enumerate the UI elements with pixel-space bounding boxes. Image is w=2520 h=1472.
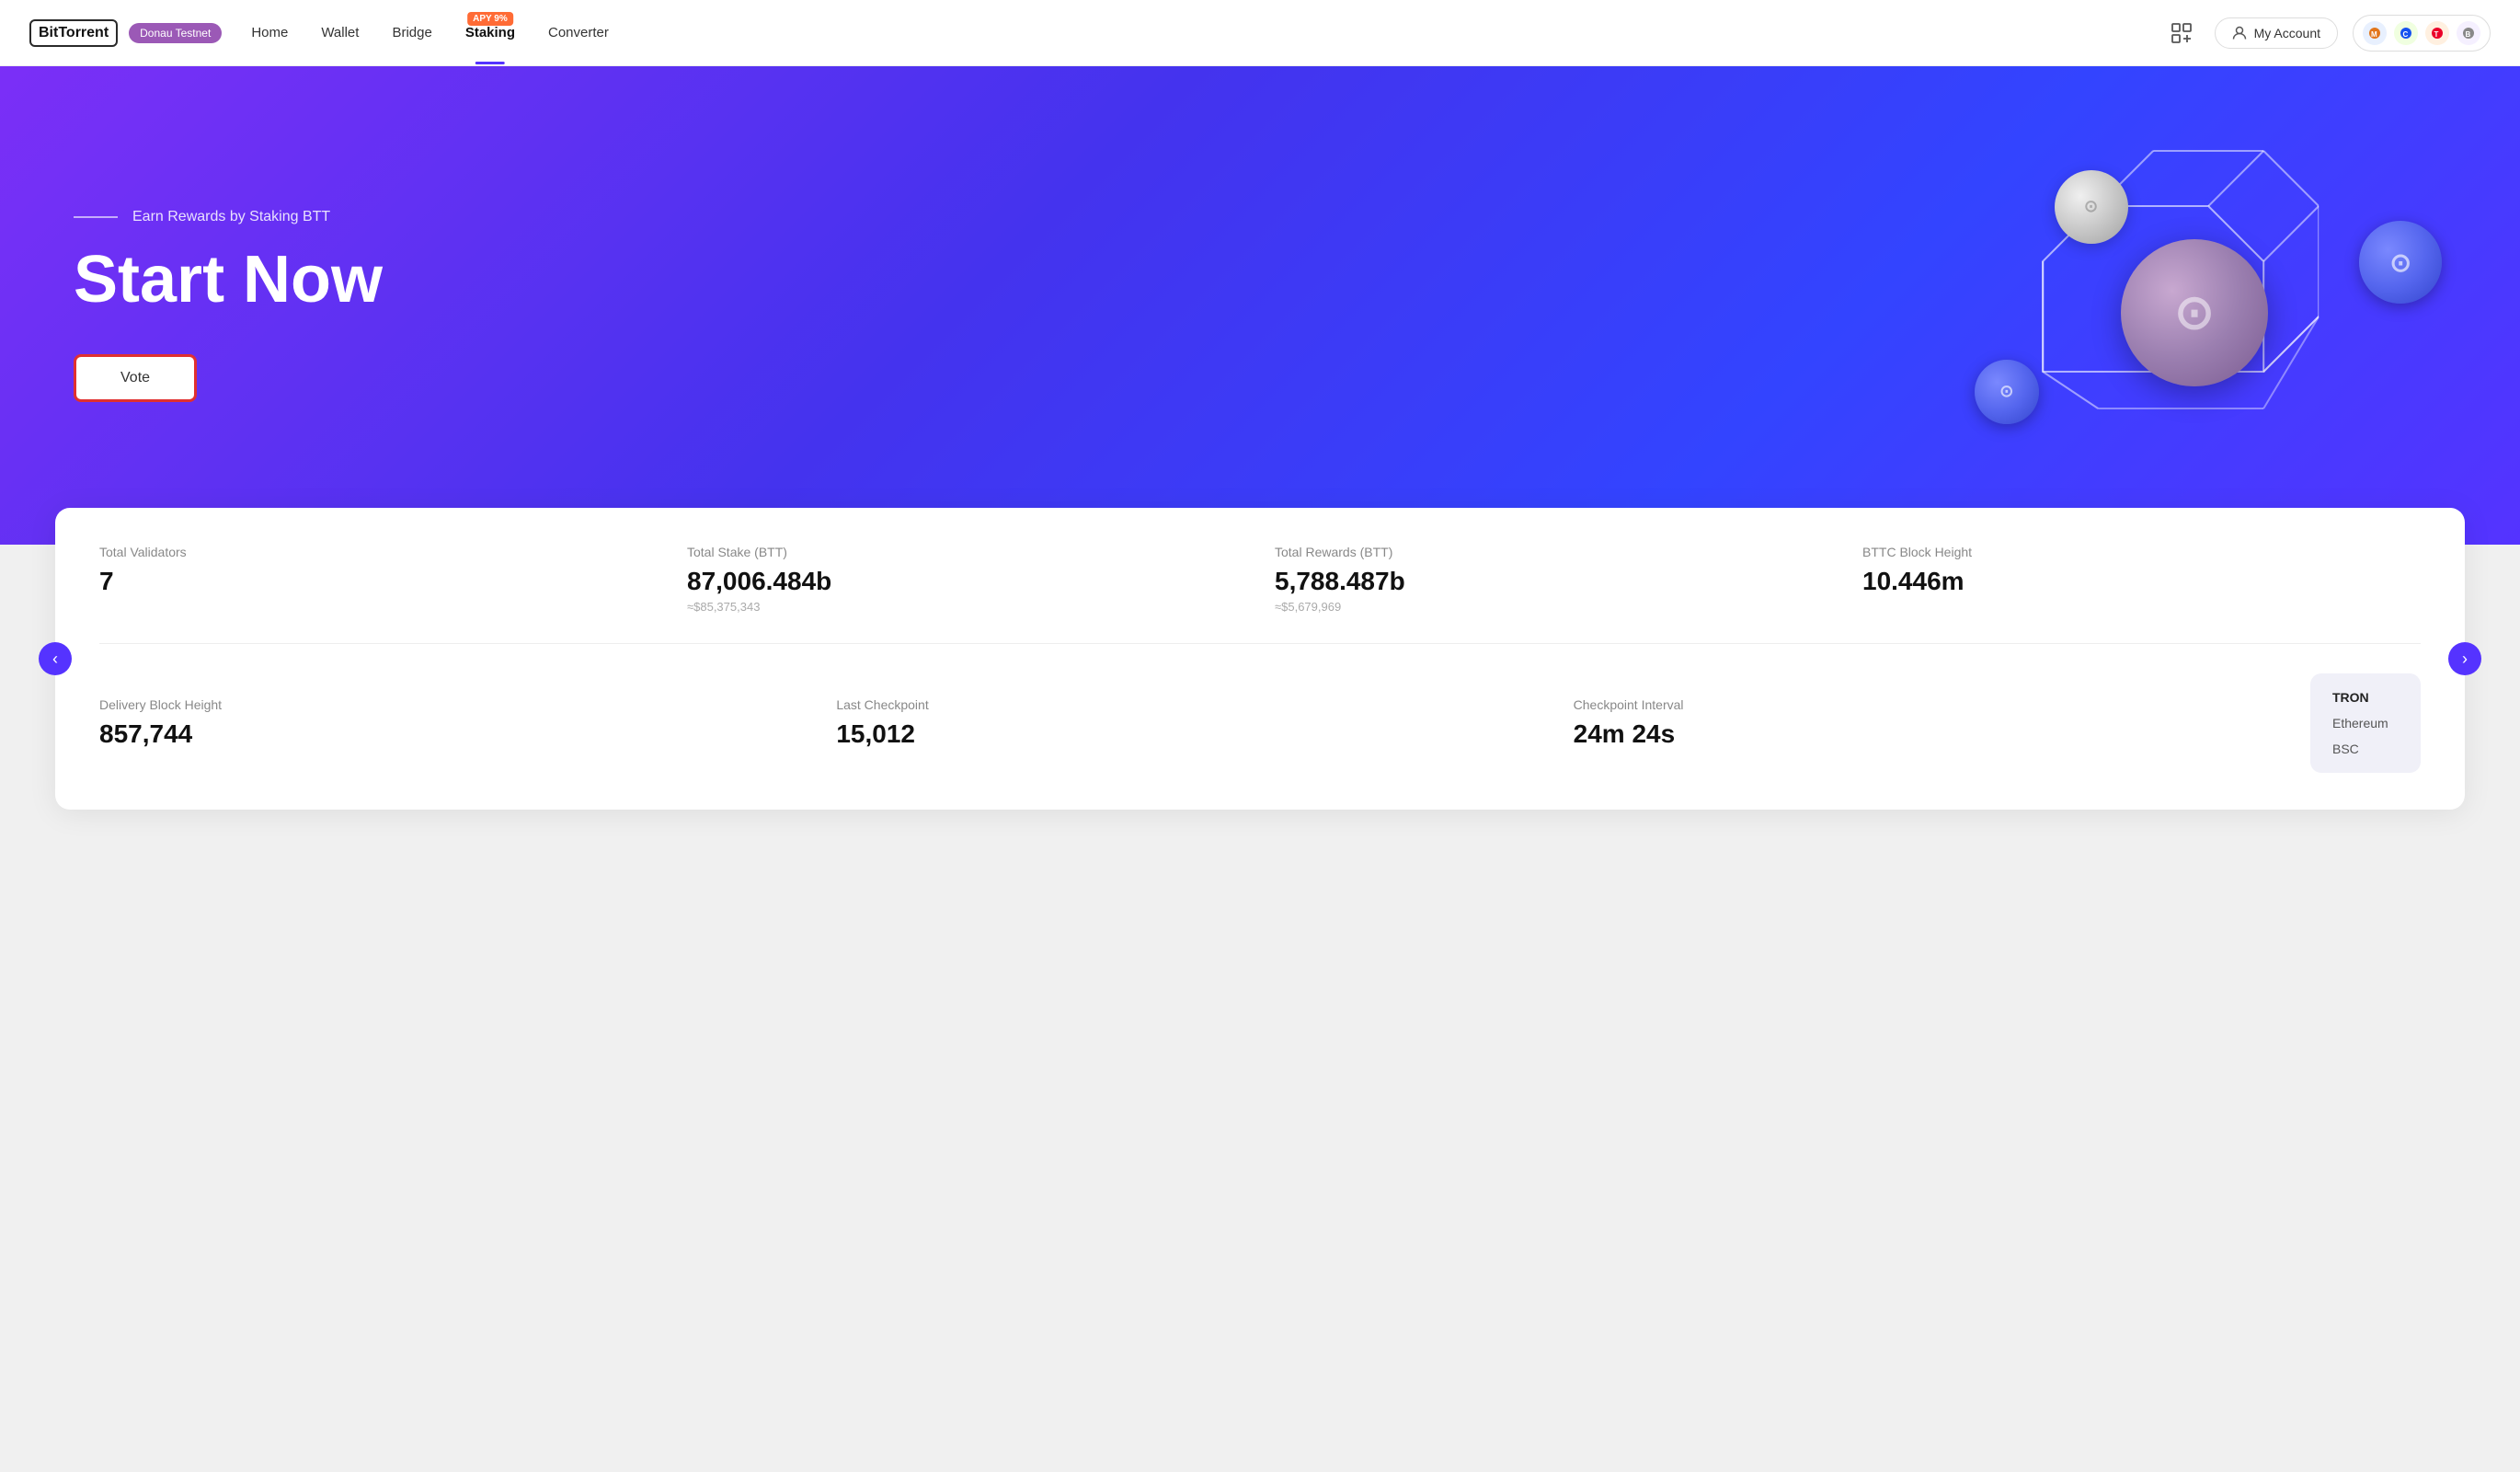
coinbase-icon: C xyxy=(2399,26,2413,40)
wallet-icon-2[interactable]: C xyxy=(2394,21,2418,45)
stat-label-1: Total Stake (BTT) xyxy=(687,545,1245,559)
logo-area: BitTorrent Donau Testnet xyxy=(29,19,222,47)
hero-section: Earn Rewards by Staking BTT Start Now Vo… xyxy=(0,66,2520,545)
stat-total-stake: Total Stake (BTT) 87,006.484b ≈$85,375,3… xyxy=(687,545,1245,614)
chain-bsc[interactable]: BSC xyxy=(2332,740,2399,758)
hero-subtitle: Earn Rewards by Staking BTT xyxy=(74,209,2446,225)
nav-links: Home Wallet Bridge APY 9% Staking Conver… xyxy=(251,25,2162,40)
navbar: BitTorrent Donau Testnet Home Wallet Bri… xyxy=(0,0,2520,66)
vote-button[interactable]: Vote xyxy=(74,354,197,402)
stats-wrapper: ‹ › Total Validators 7 Total Stake (BTT)… xyxy=(0,508,2520,810)
nav-bridge[interactable]: Bridge xyxy=(392,25,431,40)
stat-value-3: 10.446m xyxy=(1862,567,2421,596)
svg-text:C: C xyxy=(2403,30,2409,39)
nav-home[interactable]: Home xyxy=(251,25,288,40)
svg-text:T: T xyxy=(2434,30,2439,39)
stat-value-b2: 24m 24s xyxy=(1574,719,2281,749)
hero-title: Start Now xyxy=(74,244,2446,316)
stats-bottom-grid: Delivery Block Height 857,744 Last Check… xyxy=(99,673,2421,773)
stat-sub-1: ≈$85,375,343 xyxy=(687,600,1245,614)
nav-converter[interactable]: Converter xyxy=(548,25,609,40)
stat-label-b1: Last Checkpoint xyxy=(836,697,1543,712)
grid-icon-button[interactable] xyxy=(2163,15,2200,52)
stat-value-b1: 15,012 xyxy=(836,719,1543,749)
stat-value-0: 7 xyxy=(99,567,658,596)
stat-label-b0: Delivery Block Height xyxy=(99,697,807,712)
stat-label-2: Total Rewards (BTT) xyxy=(1275,545,1833,559)
metamask-icon: M xyxy=(2367,26,2382,40)
stats-card: ‹ › Total Validators 7 Total Stake (BTT)… xyxy=(55,508,2465,810)
stat-last-checkpoint: Last Checkpoint 15,012 xyxy=(836,697,1543,749)
wallet-icon-4[interactable]: B xyxy=(2457,21,2480,45)
stat-value-2: 5,788.487b xyxy=(1275,567,1833,596)
stat-label-3: BTTC Block Height xyxy=(1862,545,2421,559)
hero-content: Earn Rewards by Staking BTT Start Now Vo… xyxy=(74,209,2446,401)
stat-label-b2: Checkpoint Interval xyxy=(1574,697,2281,712)
tron-icon: T xyxy=(2430,26,2445,40)
stat-total-validators: Total Validators 7 xyxy=(99,545,658,614)
logo: BitTorrent xyxy=(29,19,118,47)
svg-text:B: B xyxy=(2466,30,2471,39)
svg-text:M: M xyxy=(2371,30,2377,39)
stat-label-0: Total Validators xyxy=(99,545,658,559)
user-icon xyxy=(2232,26,2247,40)
stat-bttc-block: BTTC Block Height 10.446m xyxy=(1862,545,2421,614)
grid-icon xyxy=(2171,23,2192,43)
stats-next-button[interactable]: › xyxy=(2448,642,2481,675)
wallet-icon-1[interactable]: M xyxy=(2363,21,2387,45)
stat-delivery-block: Delivery Block Height 857,744 xyxy=(99,697,807,749)
stat-value-b0: 857,744 xyxy=(99,719,807,749)
nav-right: My Account M C T xyxy=(2163,15,2491,52)
apy-badge: APY 9% xyxy=(467,12,513,26)
my-account-button[interactable]: My Account xyxy=(2215,17,2338,49)
wallet-icon-3[interactable]: T xyxy=(2425,21,2449,45)
stat-checkpoint-interval: Checkpoint Interval 24m 24s xyxy=(1574,697,2281,749)
chain-selector: TRON Ethereum BSC xyxy=(2310,673,2421,773)
wallet-icons-group: M C T B xyxy=(2353,15,2491,52)
nav-staking[interactable]: APY 9% Staking xyxy=(465,25,515,40)
stats-prev-button[interactable]: ‹ xyxy=(39,642,72,675)
chain-tron[interactable]: TRON xyxy=(2332,688,2399,707)
stat-value-1: 87,006.484b xyxy=(687,567,1245,596)
btt-icon: B xyxy=(2461,26,2476,40)
network-badge: Donau Testnet xyxy=(129,23,222,43)
stat-total-rewards: Total Rewards (BTT) 5,788.487b ≈$5,679,9… xyxy=(1275,545,1833,614)
chain-ethereum[interactable]: Ethereum xyxy=(2332,714,2399,732)
stats-top-grid: Total Validators 7 Total Stake (BTT) 87,… xyxy=(99,545,2421,644)
nav-wallet[interactable]: Wallet xyxy=(321,25,359,40)
stat-sub-2: ≈$5,679,969 xyxy=(1275,600,1833,614)
